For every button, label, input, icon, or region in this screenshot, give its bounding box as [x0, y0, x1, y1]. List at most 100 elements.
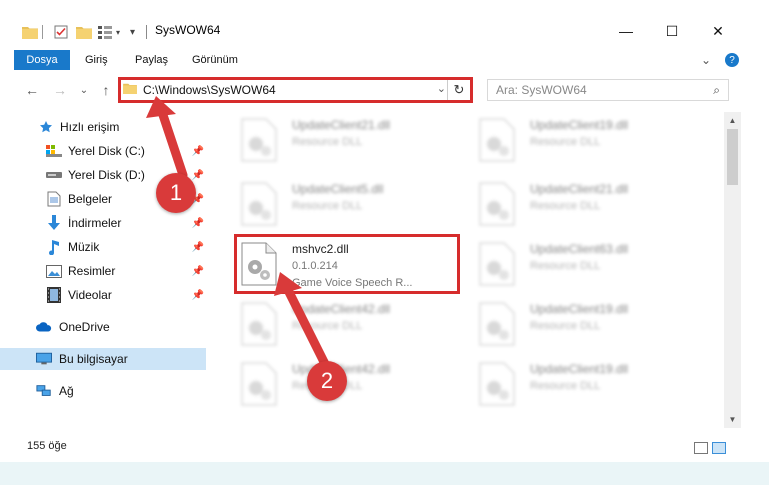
- up-button[interactable]: ↑: [96, 80, 116, 100]
- drive-icon: [46, 167, 62, 183]
- sidebar-item-label: Bu bilgisayar: [59, 352, 128, 366]
- sidebar-item-onedrive[interactable]: OneDrive: [0, 316, 206, 338]
- help-icon-label: ?: [729, 54, 735, 66]
- help-icon[interactable]: ?: [725, 53, 739, 67]
- title-separator: [146, 25, 147, 39]
- pin-icon: 📌: [191, 265, 204, 277]
- folder-icon: [123, 81, 137, 99]
- sidebar-item-pictures[interactable]: Resimler 📌: [0, 260, 206, 282]
- file-name: UpdateClient19.dll: [530, 118, 629, 132]
- file-item[interactable]: UpdateClient19.dll Resource DLL: [476, 356, 706, 412]
- maximize-button[interactable]: ☐: [657, 18, 687, 44]
- sidebar-item-label: Videolar: [68, 288, 112, 302]
- sidebar-item-music[interactable]: Müzik 📌: [0, 236, 206, 258]
- expand-ribbon-icon[interactable]: ⌄: [701, 53, 711, 67]
- sidebar-item-label: Müzik: [68, 240, 100, 254]
- file-description: Resource DLL: [292, 200, 363, 212]
- qa-separator: [42, 24, 43, 40]
- dll-file-icon: [241, 182, 277, 226]
- dll-file-icon: [479, 182, 515, 226]
- back-button[interactable]: ←: [22, 80, 42, 100]
- pin-icon: 📌: [191, 241, 204, 253]
- sidebar-item-label: Ağ: [59, 384, 74, 398]
- sidebar-item-quick-access[interactable]: Hızlı erişim: [0, 116, 206, 138]
- minimize-button[interactable]: —: [611, 18, 641, 44]
- file-description: Resource DLL: [530, 320, 601, 332]
- tab-view[interactable]: Görünüm: [192, 50, 238, 70]
- scroll-thumb[interactable]: [727, 129, 738, 185]
- file-item[interactable]: UpdateClient42.dll Resource DLL: [238, 296, 468, 352]
- search-box[interactable]: Ara: SysWOW64 ⌕: [487, 79, 729, 101]
- scroll-down-icon[interactable]: ▼: [724, 411, 741, 428]
- file-item[interactable]: UpdateClient21.dll Resource DLL: [238, 112, 468, 168]
- file-item[interactable]: UpdateClient63.dll Resource DLL: [476, 236, 706, 292]
- refresh-button[interactable]: ↻: [447, 80, 470, 100]
- sidebar-item-label: Yerel Disk (C:): [68, 144, 145, 158]
- file-description: Resource DLL: [292, 136, 363, 148]
- properties-icon[interactable]: [54, 24, 68, 40]
- file-name: UpdateClient21.dll: [530, 182, 629, 196]
- title-bar: ▾ ▾ SysWOW64 — ☐ ✕: [0, 0, 769, 45]
- file-highlight-box: [234, 234, 460, 294]
- network-icon: [36, 383, 52, 399]
- tiles-view-icon[interactable]: [712, 442, 726, 454]
- scroll-up-icon[interactable]: ▲: [724, 112, 741, 129]
- dll-file-icon: [241, 362, 277, 406]
- dll-file-icon: [241, 302, 277, 346]
- navigation-pane: Hızlı erişim Yerel Disk (C:) 📌 Yerel Dis…: [0, 112, 210, 428]
- file-item[interactable]: UpdateClient42.dll Resource DLL: [238, 356, 468, 412]
- dll-file-icon: [479, 118, 515, 162]
- status-bar: 155 öğe: [0, 434, 769, 458]
- file-name: UpdateClient21.dll: [292, 118, 391, 132]
- step-number: 2: [320, 368, 334, 393]
- sidebar-item-videos[interactable]: Videolar 📌: [0, 284, 206, 306]
- file-item[interactable]: UpdateClient19.dll Resource DLL: [476, 112, 706, 168]
- file-item[interactable]: UpdateClient21.dll Resource DLL: [476, 176, 706, 232]
- recent-locations-button[interactable]: ⌄: [74, 80, 94, 100]
- file-item[interactable]: UpdateClient5.dll Resource DLL: [238, 176, 468, 232]
- sidebar-item-drive-c[interactable]: Yerel Disk (C:) 📌: [0, 140, 206, 162]
- sidebar-item-network[interactable]: Ağ: [0, 380, 206, 402]
- explorer-window: ▾ ▾ SysWOW64 — ☐ ✕ Dosya Giriş Paylaş Gö…: [0, 0, 769, 485]
- new-folder-icon[interactable]: [76, 24, 92, 40]
- address-inner: C:\Windows\SysWOW64: [123, 81, 444, 99]
- file-description: Resource DLL: [530, 380, 601, 392]
- step-1-badge: 1: [156, 173, 196, 213]
- address-dropdown-icon[interactable]: ⌄: [437, 82, 446, 95]
- ribbon-right: ⌄ ?: [701, 50, 769, 70]
- address-row: ← → ⌄ ↑ C:\Windows\SysWOW64 ⌄ ↻ Ara: Sys…: [0, 76, 769, 106]
- sidebar-item-label: OneDrive: [59, 320, 110, 334]
- sidebar-item-this-pc[interactable]: Bu bilgisayar: [0, 348, 206, 370]
- sidebar-item-label: Hızlı erişim: [60, 120, 120, 134]
- customize-toolbar-icon[interactable]: ▾: [130, 24, 135, 40]
- sidebar-item-label: Resimler: [68, 264, 116, 278]
- details-view-icon[interactable]: [694, 442, 708, 454]
- cloud-icon: [36, 319, 52, 335]
- address-bar[interactable]: C:\Windows\SysWOW64 ⌄ ↻: [118, 77, 473, 103]
- vertical-scrollbar[interactable]: ▲ ▼: [724, 112, 741, 428]
- file-item[interactable]: UpdateClient19.dll Resource DLL: [476, 296, 706, 352]
- star-icon: [38, 119, 54, 135]
- item-count: 155 öğe: [27, 440, 67, 452]
- file-name: UpdateClient19.dll: [530, 302, 629, 316]
- pin-icon: 📌: [191, 217, 204, 229]
- tab-file[interactable]: Dosya: [14, 50, 70, 70]
- tab-home[interactable]: Giriş: [85, 50, 108, 70]
- forward-button[interactable]: →: [50, 80, 70, 100]
- address-path[interactable]: C:\Windows\SysWOW64: [143, 83, 276, 97]
- file-description: Resource DLL: [292, 320, 363, 332]
- file-name: UpdateClient63.dll: [530, 242, 629, 256]
- dll-file-icon: [479, 302, 515, 346]
- file-name: UpdateClient42.dll: [292, 302, 391, 316]
- drive-icon: [46, 143, 62, 159]
- search-placeholder: Ara: SysWOW64: [496, 83, 587, 97]
- sidebar-item-downloads[interactable]: İndirmeler 📌: [0, 212, 206, 234]
- view-options-icon[interactable]: ▾: [98, 24, 120, 40]
- tab-share[interactable]: Paylaş: [135, 50, 168, 70]
- close-button[interactable]: ✕: [703, 18, 733, 44]
- file-name: UpdateClient5.dll: [292, 182, 384, 196]
- pictures-icon: [46, 263, 62, 279]
- sidebar-item-label: Yerel Disk (D:): [68, 168, 145, 182]
- search-icon[interactable]: ⌕: [713, 83, 720, 98]
- pin-icon: 📌: [191, 289, 204, 301]
